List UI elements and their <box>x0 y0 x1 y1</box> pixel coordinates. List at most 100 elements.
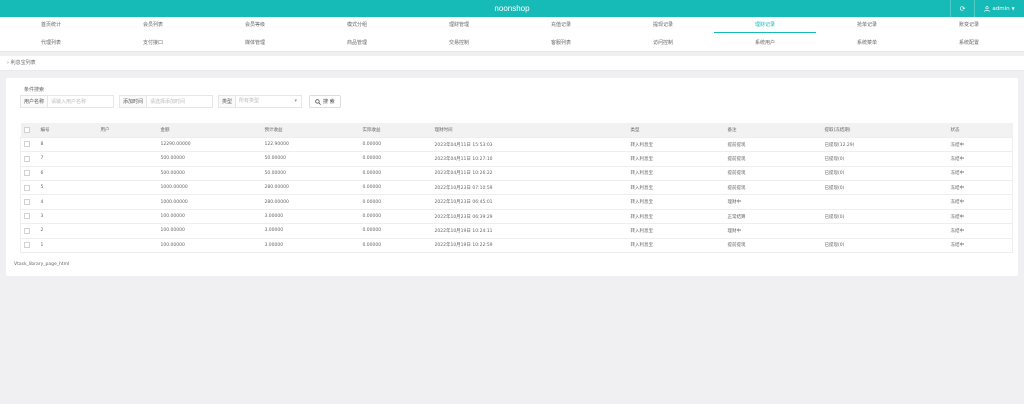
table-cell: 转入利息宝 <box>627 180 725 196</box>
nav-item[interactable]: 系统配置 <box>918 35 1020 52</box>
search-button[interactable]: 搜 索 <box>309 95 341 108</box>
table-cell: 已提现(0) <box>821 180 948 196</box>
row-checkbox[interactable] <box>24 141 30 148</box>
table-row: 3 100.00000 3.00000 0.00000 2022年10月23日 06:3… <box>20 209 1013 225</box>
col-header: 实际收益 <box>359 123 432 138</box>
row-checkbox[interactable] <box>24 198 30 205</box>
search-form: 用户名称 添加时间 类型 所有类型 ▾ 搜 索 <box>20 95 341 108</box>
nav-item[interactable]: 客服列表 <box>510 35 612 52</box>
nav-item[interactable]: 系统菜单 <box>816 35 918 52</box>
table-cell <box>97 137 158 153</box>
nav-item[interactable]: 提现记录 <box>612 17 714 34</box>
nav-item[interactable]: 代理列表 <box>0 35 102 52</box>
table-cell: 0.00000 <box>359 223 432 239</box>
breadcrumb: › 利息宝列表 <box>7 56 36 71</box>
nav-item[interactable]: 账变记录 <box>918 17 1020 34</box>
table-cell: 280.00000 <box>261 180 360 196</box>
table-row: 5 1000.00000 280.00000 0.00000 2022年10月23日 0… <box>20 180 1013 196</box>
username-label: 用户名称 <box>20 95 49 108</box>
table-row: 6 500.00000 50.00000 0.00000 2023年04月11日 10:… <box>20 166 1013 182</box>
table-cell: 转入利息宝 <box>627 223 725 239</box>
table-cell: 122.90000 <box>261 137 360 153</box>
table-cell: 0.00000 <box>359 166 432 182</box>
select-all-checkbox[interactable] <box>23 126 30 133</box>
table-cell: 3 <box>37 209 98 225</box>
table-cell <box>821 223 948 239</box>
row-checkbox[interactable] <box>24 213 30 220</box>
row-checkbox[interactable] <box>24 227 30 234</box>
table-cell: 提前提现 <box>724 151 822 167</box>
nav-item[interactable]: 访问控制 <box>612 35 714 52</box>
top-bar-actions: ⟳ admin ▼ <box>950 0 1024 17</box>
table-cell: 6 <box>37 166 98 182</box>
refresh-icon: ⟳ <box>959 4 966 13</box>
row-checkbox[interactable] <box>24 170 30 177</box>
table-cell: 冻结中 <box>947 166 1013 182</box>
table-cell: 冻结中 <box>947 180 1013 196</box>
table-cell: 理财中 <box>724 223 822 239</box>
nav-item[interactable]: 商品管理 <box>306 35 408 52</box>
table-cell <box>97 151 158 167</box>
row-checkbox[interactable] <box>24 184 30 191</box>
nav-item[interactable]: 媒体管理 <box>204 35 306 52</box>
table-cell: 2023年04月11日 10:26:22 <box>431 166 628 182</box>
nav-item[interactable]: 模式分组 <box>306 17 408 34</box>
header-checkbox-cell <box>20 123 38 138</box>
table-cell <box>97 238 158 254</box>
table-cell: 2022年10月19日 10:24:11 <box>431 223 628 239</box>
row-checkbox[interactable] <box>24 242 30 249</box>
user-name: admin <box>992 5 1010 12</box>
table-row: 7 500.00000 50.00000 0.00000 2023年04月11日 10:… <box>20 151 1013 167</box>
nav-item[interactable]: 抢单记录 <box>816 17 918 34</box>
nav-item[interactable]: 会员等级 <box>204 17 306 34</box>
row-checkbox-cell <box>20 209 38 225</box>
brand-title: noonshop <box>494 4 530 13</box>
table-cell: 100.00000 <box>157 238 262 254</box>
top-bar: noonshop ⟳ admin ▼ <box>0 0 1024 17</box>
user-menu[interactable]: admin ▼ <box>974 0 1024 17</box>
table-cell: 冻结中 <box>947 223 1013 239</box>
date-input[interactable] <box>147 95 214 108</box>
table-cell: 提前提现 <box>724 238 822 254</box>
row-checkbox[interactable] <box>24 155 30 162</box>
nav-item[interactable]: 理财记录 <box>714 17 816 34</box>
table-cell: 0.00000 <box>359 194 432 210</box>
table-cell: 0.00000 <box>359 151 432 167</box>
row-checkbox-cell <box>20 238 38 254</box>
table-cell: 转入利息宝 <box>627 194 725 210</box>
nav-item[interactable]: 理财管理 <box>408 17 510 34</box>
username-input[interactable] <box>48 95 115 108</box>
table-cell: 0.00000 <box>359 238 432 254</box>
date-label: 添加时间 <box>119 95 148 108</box>
table-cell: 提前提现 <box>724 137 822 153</box>
col-header: 编号 <box>37 123 98 138</box>
table-cell: 2 <box>37 223 98 239</box>
chevron-down-icon: ▾ <box>294 98 298 104</box>
table-row: 4 1000.00000 280.00000 0.00000 2022年10月23日 0… <box>20 194 1013 210</box>
nav-item[interactable]: 充值记录 <box>510 17 612 34</box>
nav-row-1: 首页统计 会员列表 会员等级 模式分组 理财管理 充值记录 提现记录 理财记录 抢单记录 账变记录 <box>0 17 1024 34</box>
chevron-down-icon: ▼ <box>1011 6 1015 11</box>
table-row: 1 100.00000 3.00000 0.00000 2022年10月19日 10:2… <box>20 238 1013 254</box>
nav-item[interactable]: 会员列表 <box>102 17 204 34</box>
table-cell <box>97 166 158 182</box>
table-cell: 理财中 <box>724 194 822 210</box>
table-cell: 转入利息宝 <box>627 209 725 225</box>
table-cell: 冻结中 <box>947 151 1013 167</box>
table-cell: 1000.00000 <box>157 180 262 196</box>
nav-item[interactable]: 首页统计 <box>0 17 102 34</box>
nav-item[interactable]: 支付接口 <box>102 35 204 52</box>
col-header: 备注 <box>724 123 822 138</box>
table-cell: 500.00000 <box>157 151 262 167</box>
col-header: 金额 <box>157 123 262 138</box>
table-cell: 1000.00000 <box>157 194 262 210</box>
chevron-right-icon: › <box>7 60 9 66</box>
nav-row-2: 代理列表 支付接口 媒体管理 商品管理 交易控制 客服列表 访问控制 系统用户 系统菜单 系统配置 <box>0 35 1024 52</box>
table-row: 2 100.00000 3.00000 0.00000 2022年10月19日 10:2… <box>20 223 1013 239</box>
refresh-button[interactable]: ⟳ <box>950 0 974 17</box>
nav-item[interactable]: 系统用户 <box>714 35 816 52</box>
nav-item[interactable]: 交易控制 <box>408 35 510 52</box>
table-cell: 0.00000 <box>359 137 432 153</box>
table-cell: 100.00000 <box>157 209 262 225</box>
type-select[interactable]: 所有类型 ▾ <box>236 95 303 108</box>
